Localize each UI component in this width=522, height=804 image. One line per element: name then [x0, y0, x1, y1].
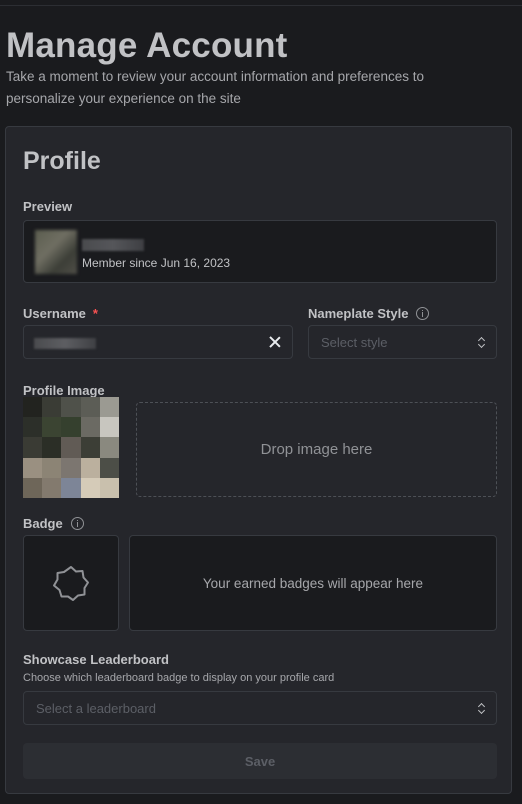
page-subtitle: Take a moment to review your account inf… [6, 69, 424, 106]
nameplate-style-placeholder: Select style [321, 334, 388, 350]
leaderboard-placeholder: Select a leaderboard [36, 700, 156, 716]
preview-label-text: Preview [23, 199, 73, 214]
page-title: Manage Account [6, 26, 288, 65]
chevron-up-down-icon [478, 336, 486, 349]
nameplate-style-label-text: Nameplate Style [308, 306, 409, 321]
selected-badge-slot[interactable] [23, 535, 119, 631]
profile-image-label-text: Profile Image [23, 383, 105, 398]
preview-label: Preview [23, 199, 72, 214]
username-input[interactable] [23, 325, 293, 359]
profile-card: Profile Preview Member since Jun 16, 202… [5, 126, 512, 794]
info-icon[interactable] [416, 307, 430, 320]
save-button[interactable]: Save [23, 743, 497, 779]
member-since-text: Member since Jun 16, 2023 [82, 256, 231, 270]
preview-username-redacted [82, 239, 144, 251]
showcase-leaderboard-label-text: Showcase Leaderboard [23, 652, 169, 667]
username-label-text: Username [23, 306, 86, 321]
dropzone-text: Drop image here [260, 441, 373, 458]
nameplate-style-select[interactable]: Select style [308, 325, 497, 359]
top-divider [0, 5, 522, 6]
info-icon[interactable] [70, 517, 84, 530]
earned-badges-area: Your earned badges will appear here [129, 535, 497, 631]
profile-image-label: Profile Image [23, 383, 105, 398]
username-label: Username * [23, 306, 98, 321]
close-icon[interactable] [269, 336, 281, 348]
earned-badges-empty-text: Your earned badges will appear here [202, 575, 424, 591]
profile-image-thumbnail [23, 397, 119, 498]
image-dropzone[interactable]: Drop image here [136, 402, 497, 497]
profile-preview: Member since Jun 16, 2023 [23, 220, 497, 283]
chevron-up-down-icon [478, 702, 486, 715]
username-value-redacted [34, 338, 96, 349]
profile-card-title: Profile [23, 147, 101, 175]
badge-outline-icon [53, 566, 89, 601]
showcase-leaderboard-help: Choose which leaderboard badge to displa… [23, 672, 335, 684]
badge-label-text: Badge [23, 516, 63, 531]
showcase-leaderboard-label: Showcase Leaderboard [23, 652, 169, 667]
nameplate-style-label: Nameplate Style [308, 306, 430, 321]
required-asterisk: * [92, 306, 98, 321]
badge-label: Badge [23, 516, 84, 531]
preview-avatar [35, 230, 77, 274]
leaderboard-select[interactable]: Select a leaderboard [23, 691, 497, 725]
